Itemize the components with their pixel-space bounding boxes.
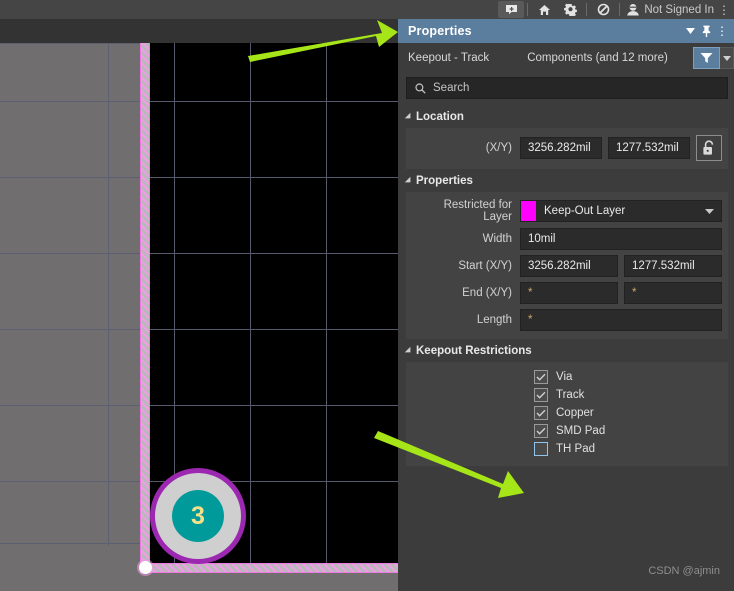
properties-panel: Properties ⋮ Keepout - Track Components … bbox=[398, 19, 734, 591]
keepout-restrictions-section: Via Track Copper SMD Pad TH Pad bbox=[406, 362, 728, 466]
board-grid-line bbox=[250, 43, 251, 570]
checkbox-smd-pad[interactable] bbox=[534, 424, 548, 438]
end-x-input[interactable]: * bbox=[520, 282, 618, 304]
collapse-triangle-icon bbox=[404, 346, 414, 355]
location-xy-row: (X/Y) 3256.282mil 1277.532mil bbox=[412, 135, 722, 161]
location-y-input[interactable]: 1277.532mil bbox=[608, 137, 690, 159]
section-title: Keepout Restrictions bbox=[416, 345, 532, 357]
user-icon bbox=[626, 3, 640, 16]
board-grid-line bbox=[148, 177, 398, 178]
toolbar-separator bbox=[619, 3, 621, 16]
app-toolbar: Not Signed In ⋮ bbox=[0, 0, 734, 19]
object-scope-label: Components (and 12 more) bbox=[527, 52, 668, 64]
checkbox-copper[interactable] bbox=[534, 406, 548, 420]
object-summary-row: Keepout - Track Components (and 12 more) bbox=[398, 43, 734, 73]
restricted-layer-row: Restricted for Layer Keep-Out Layer bbox=[412, 199, 722, 223]
end-y-input[interactable]: * bbox=[624, 282, 722, 304]
properties-panel-header: Properties ⋮ bbox=[398, 19, 734, 43]
section-header-location[interactable]: Location bbox=[398, 105, 734, 128]
properties-section: Restricted for Layer Keep-Out Layer Widt… bbox=[406, 192, 728, 339]
search-area: Search bbox=[398, 73, 734, 105]
location-xy-label: (X/Y) bbox=[485, 142, 512, 154]
filter-dropdown-icon[interactable] bbox=[720, 47, 734, 69]
keepout-track-vertical[interactable] bbox=[140, 43, 150, 573]
layer-color-swatch bbox=[521, 201, 536, 221]
keepout-track-horizontal[interactable] bbox=[140, 563, 398, 573]
start-xy-row: Start (X/Y) 3256.282mil 1277.532mil bbox=[412, 255, 722, 277]
end-xy-label: End (X/Y) bbox=[462, 287, 512, 299]
board-grid-line bbox=[148, 101, 398, 102]
secondary-toolbar bbox=[0, 19, 398, 43]
home-icon[interactable] bbox=[531, 1, 557, 18]
panel-title: Properties bbox=[408, 24, 472, 38]
section-title: Properties bbox=[416, 175, 473, 187]
keepout-restriction-label: Via bbox=[556, 371, 573, 383]
board-grid-line bbox=[148, 329, 398, 330]
restricted-layer-select[interactable]: Keep-Out Layer bbox=[520, 200, 722, 222]
keepout-restriction-label: SMD Pad bbox=[556, 425, 606, 437]
board-grid-line bbox=[148, 253, 398, 254]
chevron-down-icon bbox=[705, 206, 721, 216]
keepout-restriction-row[interactable]: SMD Pad bbox=[412, 424, 722, 438]
width-row: Width 10mil bbox=[412, 228, 722, 250]
keepout-restriction-row[interactable]: Copper bbox=[412, 406, 722, 420]
account-status-label: Not Signed In bbox=[644, 3, 714, 16]
extensions-icon[interactable] bbox=[590, 1, 616, 18]
restricted-layer-value: Keep-Out Layer bbox=[544, 205, 626, 217]
width-input[interactable]: 10mil bbox=[520, 228, 722, 250]
checkbox-track[interactable] bbox=[534, 388, 548, 402]
properties-panel-body: Keepout - Track Components (and 12 more) bbox=[398, 43, 734, 591]
keepout-restriction-row[interactable]: TH Pad bbox=[412, 442, 722, 456]
grid-line bbox=[108, 43, 109, 546]
width-label: Width bbox=[482, 233, 512, 245]
search-icon bbox=[415, 82, 426, 94]
panel-menu-icon[interactable]: ⋮ bbox=[714, 21, 730, 41]
collapse-triangle-icon bbox=[404, 176, 414, 185]
overflow-menu-icon[interactable]: ⋮ bbox=[714, 3, 732, 17]
keepout-restriction-row[interactable]: Track bbox=[412, 388, 722, 402]
toolbar-separator bbox=[586, 3, 588, 16]
keepout-restriction-label: Track bbox=[556, 389, 585, 401]
search-input[interactable]: Search bbox=[406, 77, 728, 99]
end-xy-row: End (X/Y) * * bbox=[412, 282, 722, 304]
section-header-keepout-restrictions[interactable]: Keepout Restrictions bbox=[398, 339, 734, 362]
search-placeholder: Search bbox=[433, 82, 470, 94]
pin-icon[interactable] bbox=[698, 21, 714, 41]
keepout-restriction-label: Copper bbox=[556, 407, 594, 419]
toolbar-separator bbox=[527, 3, 529, 16]
restricted-layer-label: Restricted for Layer bbox=[443, 199, 512, 223]
screenshot-root: 3 Not Signed In ⋮ Properties ⋮ Keepout -… bbox=[0, 0, 734, 591]
gear-icon[interactable] bbox=[557, 1, 583, 18]
start-xy-label: Start (X/Y) bbox=[458, 260, 512, 272]
checkbox-th-pad[interactable] bbox=[534, 442, 548, 456]
section-header-properties[interactable]: Properties bbox=[398, 169, 734, 192]
location-x-input[interactable]: 3256.282mil bbox=[520, 137, 602, 159]
unlock-icon[interactable] bbox=[696, 135, 722, 161]
length-input[interactable]: * bbox=[520, 309, 722, 331]
length-label: Length bbox=[476, 314, 512, 326]
location-section: (X/Y) 3256.282mil 1277.532mil bbox=[406, 128, 728, 169]
comment-add-icon[interactable] bbox=[498, 1, 525, 18]
keepout-vertex-handle[interactable] bbox=[139, 561, 152, 574]
section-title: Location bbox=[416, 111, 464, 123]
start-x-input[interactable]: 3256.282mil bbox=[520, 255, 618, 277]
checkbox-via[interactable] bbox=[534, 370, 548, 384]
watermark: CSDN @ajmin bbox=[648, 565, 720, 577]
pcb-pad-3[interactable]: 3 bbox=[150, 468, 246, 564]
board-grid-line bbox=[148, 405, 398, 406]
length-row: Length * bbox=[412, 309, 722, 331]
board-grid-line bbox=[326, 43, 327, 570]
account-status[interactable]: Not Signed In bbox=[623, 3, 714, 16]
pad-designator: 3 bbox=[172, 490, 224, 542]
pcb-canvas[interactable]: 3 bbox=[0, 43, 398, 591]
chevron-down-icon[interactable] bbox=[682, 21, 698, 41]
start-y-input[interactable]: 1277.532mil bbox=[624, 255, 722, 277]
collapse-triangle-icon bbox=[404, 112, 414, 121]
filter-funnel-icon[interactable] bbox=[693, 47, 720, 69]
object-type-label: Keepout - Track bbox=[408, 52, 490, 64]
keepout-restriction-row[interactable]: Via bbox=[412, 370, 722, 384]
keepout-restriction-label: TH Pad bbox=[556, 443, 595, 455]
